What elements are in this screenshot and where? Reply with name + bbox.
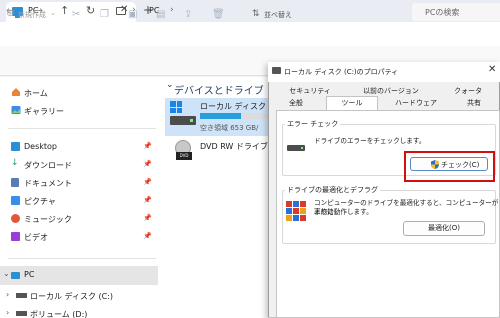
sidebar-item-label: Desktop	[24, 142, 57, 151]
group-title[interactable]: デバイスとドライブ	[174, 82, 264, 97]
cut-icon[interactable]: ✂	[72, 9, 80, 20]
tab-hardware[interactable]: ハードウェア	[388, 97, 444, 109]
dialog-title: ローカル ディスク (C:)のプロパティ	[284, 68, 399, 76]
optimize-button[interactable]: 最適化(O)	[403, 221, 485, 236]
sidebar-item-drive-d[interactable]: › ボリューム (D:)	[0, 305, 158, 318]
sidebar-item-label: PC	[24, 270, 35, 279]
drive-free-space: 空き領域 653 GB/	[200, 124, 259, 132]
check-button[interactable]: チェック(C)	[410, 157, 488, 171]
sidebar-item-label: ローカル ディスク (C:)	[30, 292, 114, 301]
optimize-description-line2: 率的に動作します。	[314, 208, 373, 216]
sidebar-item-label: ミュージック	[24, 215, 72, 224]
tab-tools[interactable]: ツール	[326, 96, 378, 110]
tab-general[interactable]: 全般	[278, 97, 314, 109]
drive-icon	[272, 67, 281, 74]
download-folder-icon: ↓	[11, 158, 19, 168]
chevron-down-icon[interactable]: ⌄	[166, 80, 174, 90]
sidebar-item-music[interactable]: ミュージック 📌	[0, 210, 158, 228]
sort-icon[interactable]: ⇅	[252, 9, 260, 19]
sidebar-item-drive-c[interactable]: › ローカル ディスク (C:)	[0, 287, 158, 305]
error-check-description: ドライブのエラーをチェックします。	[314, 137, 426, 145]
divider	[8, 258, 156, 259]
copy-icon[interactable]: ❐	[100, 9, 109, 20]
sidebar-item-gallery[interactable]: ギャラリー	[0, 102, 158, 120]
shield-icon	[431, 160, 439, 169]
sidebar-item-label: ドキュメント	[24, 179, 72, 188]
divider	[8, 128, 156, 129]
videos-folder-icon	[11, 232, 20, 241]
sidebar-item-downloads[interactable]: ↓ ダウンロード 📌	[0, 156, 158, 174]
check-button-label: チェック(C)	[441, 161, 480, 169]
hard-drive-icon	[287, 145, 305, 151]
pin-icon[interactable]: 📌	[143, 160, 152, 168]
music-folder-icon	[11, 214, 20, 223]
sidebar-item-pictures[interactable]: ピクチャ 📌	[0, 192, 158, 210]
chevron-right-icon[interactable]: ›	[6, 308, 9, 317]
delete-icon[interactable]: 🗑	[212, 9, 225, 20]
desktop-folder-icon	[11, 142, 20, 151]
sidebar-item-label: ビデオ	[24, 233, 48, 242]
optimize-legend: ドライブの最適化とデフラグ	[285, 185, 380, 195]
hard-drive-icon	[170, 116, 196, 125]
sidebar-item-home[interactable]: ホーム	[0, 84, 158, 102]
pin-icon[interactable]: 📌	[143, 142, 152, 150]
sidebar-item-documents[interactable]: ドキュメント 📌	[0, 174, 158, 192]
drive-usage-fill	[200, 113, 241, 119]
error-check-legend: エラー チェック	[285, 119, 341, 129]
defrag-icon	[286, 201, 308, 223]
plus-circle-icon: ⊕	[6, 8, 15, 19]
pin-icon[interactable]: 📌	[143, 178, 152, 186]
refresh-icon[interactable]: ↻	[86, 4, 95, 17]
pc-icon	[116, 7, 126, 15]
up-icon[interactable]: ↑	[60, 4, 69, 17]
sidebar-item-pc[interactable]: ⌄ PC	[0, 266, 158, 285]
pin-icon[interactable]: 📌	[143, 232, 152, 240]
address-bar	[0, 22, 500, 46]
gallery-icon	[11, 105, 21, 114]
search-placeholder: PCの検索	[425, 8, 460, 17]
documents-folder-icon	[11, 178, 19, 187]
new-button[interactable]: 新規作成	[18, 10, 46, 20]
close-icon[interactable]: ✕	[488, 64, 496, 75]
sidebar-item-videos[interactable]: ビデオ 📌	[0, 228, 158, 246]
dvd-badge: DVD	[176, 152, 192, 160]
chevron-down-icon[interactable]: ⌄	[3, 269, 10, 278]
tab-sharing[interactable]: 共有	[452, 97, 496, 109]
tab-quota[interactable]: クォータ	[440, 85, 496, 97]
pc-icon	[11, 272, 20, 279]
paste-icon[interactable]: ▣	[128, 9, 137, 20]
sidebar-item-label: ホーム	[24, 89, 48, 98]
sidebar-item-label: ダウンロード	[24, 161, 72, 170]
pin-icon[interactable]: 📌	[143, 196, 152, 204]
share-icon[interactable]: ⇪	[184, 9, 192, 20]
sidebar-item-label: ピクチャ	[24, 197, 56, 206]
windows-logo-icon	[170, 101, 182, 113]
chevron-down-icon[interactable]: ⌄	[50, 9, 56, 17]
sidebar-item-label: ギャラリー	[24, 107, 64, 116]
chevron-right-icon[interactable]: ›	[170, 5, 174, 15]
chevron-right-icon[interactable]: ›	[6, 290, 9, 299]
sidebar-item-desktop[interactable]: Desktop 📌	[0, 138, 158, 156]
home-icon	[11, 87, 20, 96]
sidebar-item-label: ボリューム (D:)	[30, 310, 88, 318]
pictures-folder-icon	[11, 196, 20, 205]
pin-icon[interactable]: 📌	[143, 214, 152, 222]
sort-button[interactable]: 並べ替え	[264, 10, 292, 20]
drive-icon	[16, 311, 27, 316]
drive-icon	[16, 293, 27, 298]
dvd-drive-icon[interactable]: DVD	[172, 140, 194, 162]
rename-icon[interactable]: ▤	[156, 9, 165, 20]
